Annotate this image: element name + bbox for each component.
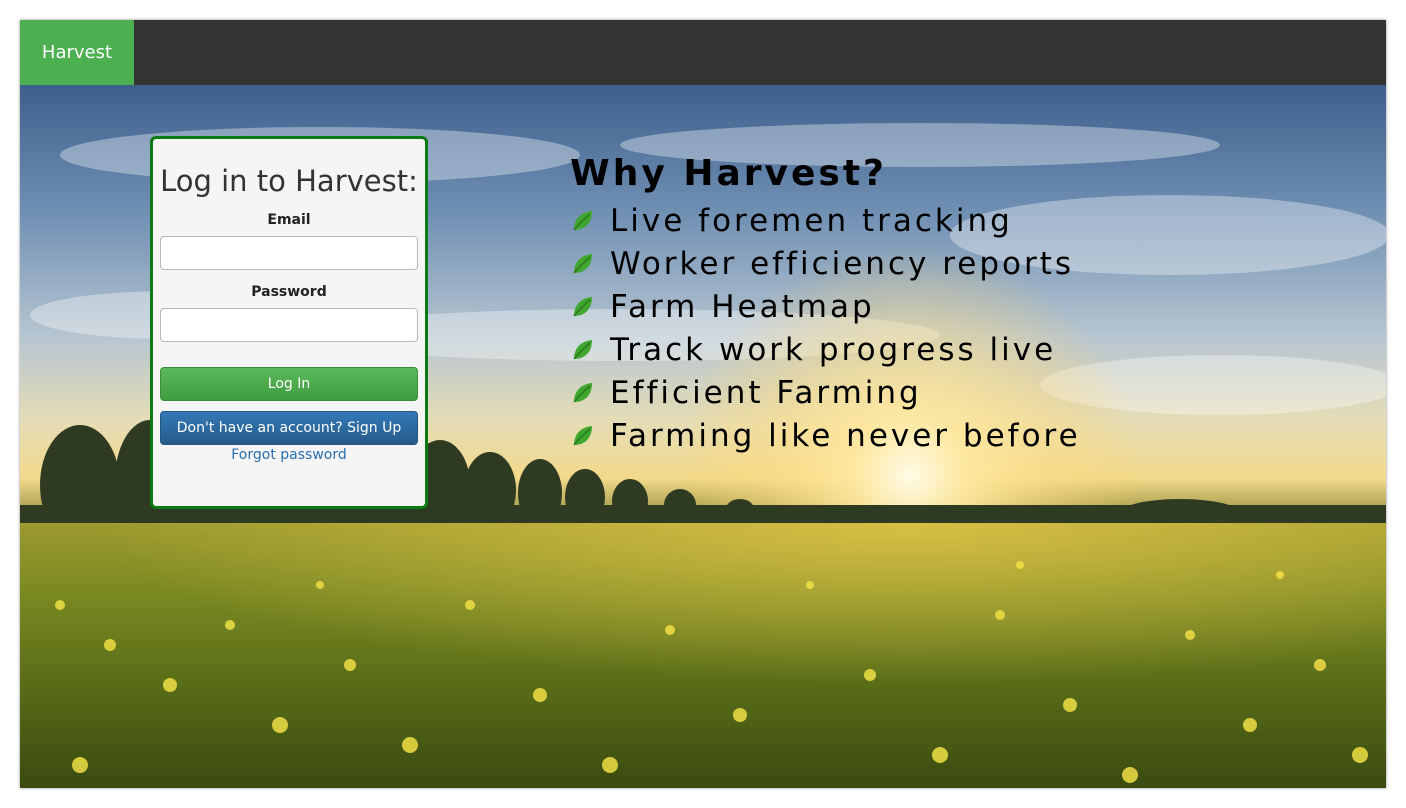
login-card: Log in to Harvest: Email Password Log In… [150, 136, 428, 509]
password-label: Password [251, 284, 327, 300]
feature-text: Farm Heatmap [610, 288, 875, 325]
app-window: Harvest Log in to Harvest: Email Passwor… [20, 20, 1386, 788]
leaf-icon [573, 425, 592, 445]
leaf-icon [573, 296, 592, 316]
top-navbar: Harvest [20, 20, 1386, 85]
login-button[interactable]: Log In [160, 367, 418, 401]
feature-item: Farming like never before [570, 414, 1081, 457]
leaf-icon [573, 210, 592, 230]
email-label: Email [267, 212, 311, 228]
password-input[interactable] [160, 308, 418, 342]
feature-text: Farming like never before [610, 417, 1081, 454]
feature-text: Track work progress live [610, 331, 1057, 368]
brand-link[interactable]: Harvest [20, 20, 134, 85]
email-input[interactable] [160, 236, 418, 270]
leaf-icon [573, 253, 592, 273]
why-title: Why Harvest? [570, 153, 887, 194]
feature-item: Live foremen tracking [570, 199, 1081, 242]
feature-item: Farm Heatmap [570, 285, 1081, 328]
why-harvest-section: Why Harvest? Live foremen tracking Worke… [570, 153, 1081, 457]
feature-text: Live foremen tracking [610, 202, 1013, 239]
leaf-icon [573, 339, 592, 359]
login-title: Log in to Harvest: [160, 164, 418, 198]
signup-button[interactable]: Don't have an account? Sign Up [160, 411, 418, 445]
feature-text: Worker efficiency reports [610, 245, 1075, 282]
feature-item: Worker efficiency reports [570, 242, 1081, 285]
forgot-password-link[interactable]: Forgot password [153, 447, 425, 463]
feature-list: Live foremen tracking Worker efficiency … [570, 199, 1081, 457]
feature-text: Efficient Farming [610, 374, 922, 411]
hero-section: Log in to Harvest: Email Password Log In… [20, 85, 1386, 788]
feature-item: Track work progress live [570, 328, 1081, 371]
leaf-icon [573, 382, 592, 402]
feature-item: Efficient Farming [570, 371, 1081, 414]
